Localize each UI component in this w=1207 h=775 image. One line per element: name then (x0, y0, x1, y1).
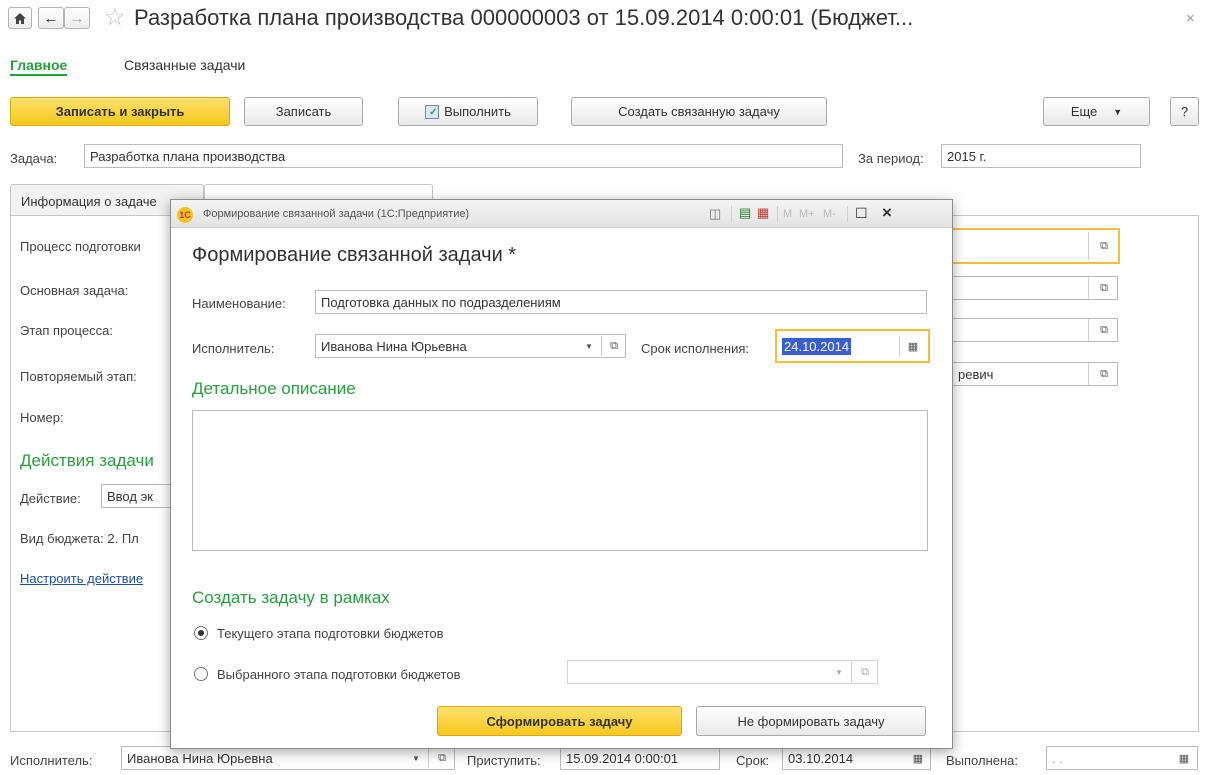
number-label: Номер: (20, 410, 64, 425)
description-textarea[interactable] (192, 410, 928, 551)
process-open-icon[interactable]: ⧉ (1092, 234, 1116, 258)
1c-logo-icon: 1С (177, 207, 193, 223)
radio-selected-stage[interactable] (194, 667, 208, 681)
create-within-heading: Создать задачу в рамках (192, 588, 390, 607)
selected-stage-dropdown-icon[interactable]: ▼ (827, 660, 851, 684)
dialog-deadline-calendar-icon[interactable]: ▦ (901, 334, 925, 358)
dialog-name-label: Наименование: (192, 296, 286, 311)
description-heading: Детальное описание (192, 379, 356, 398)
dialog-heading: Формирование связанной задачи * (192, 244, 517, 266)
task-actions-heading: Действия задачи (20, 451, 154, 470)
chevron-down-icon: ▼ (1113, 106, 1123, 117)
stage-label: Этап процесса: (20, 323, 113, 338)
radio-selected-stage-label[interactable]: Выбранного этапа подготовки бюджетов (217, 667, 460, 682)
dialog-deadline-value: 24.10.2014 (782, 337, 852, 355)
radio-current-stage[interactable] (194, 626, 208, 640)
more-label: Еще (1070, 104, 1098, 119)
home-icon (14, 12, 26, 24)
repeat-stage-label: Повторяемый этап: (20, 369, 137, 384)
footer-due-calendar-icon[interactable]: ▦ (906, 746, 930, 770)
save-button[interactable]: Записать (244, 97, 363, 126)
dialog-window-title: Формирование связанной задачи (1С:Предпр… (203, 208, 470, 220)
favorite-star-icon[interactable]: ☆ (104, 3, 126, 32)
tab-task-info-label: Информация о задаче (21, 194, 157, 209)
save-and-close-button[interactable]: Записать и закрыть (10, 97, 230, 126)
help-button[interactable]: ? (1170, 97, 1199, 126)
create-related-task-button[interactable]: Создать связанную задачу (571, 97, 827, 126)
execute-button[interactable]: ✓ Выполнить (398, 97, 538, 126)
dialog-executor-dropdown-icon[interactable]: ▼ (577, 334, 601, 358)
related-task-dialog: 1С Формирование связанной задачи (1С:Пре… (170, 199, 953, 749)
repeat-stage-open-icon[interactable]: ⧉ (1092, 362, 1116, 386)
footer-start-field[interactable]: 15.09.2014 0:00:01 (560, 746, 720, 770)
form-task-button[interactable]: Сформировать задачу (437, 706, 682, 736)
memory-m-button[interactable]: M (783, 208, 792, 220)
action-label: Действие: (20, 491, 81, 506)
task-name-field[interactable]: Разработка плана производства (84, 144, 843, 168)
back-button[interactable]: ← (38, 7, 64, 29)
home-button[interactable] (8, 7, 32, 29)
dialog-deadline-label: Срок исполнения: (641, 341, 749, 356)
period-label: За период: (858, 151, 924, 166)
forward-button[interactable]: → (64, 7, 90, 29)
arrow-right-icon: → (69, 9, 85, 27)
process-label: Процесс подготовки (20, 239, 141, 254)
arrow-left-icon: ← (43, 9, 59, 27)
main-task-label: Основная задача: (20, 283, 129, 298)
dialog-executor-open-icon[interactable]: ⧉ (602, 334, 626, 358)
budget-kind-text: Вид бюджета: 2. Пл (20, 531, 139, 546)
repeat-stage-value: ревич (958, 366, 994, 382)
dialog-executor-label: Исполнитель: (192, 341, 275, 356)
radio-current-stage-label[interactable]: Текущего этапа подготовки бюджетов (217, 626, 444, 641)
task-label: Задача: (10, 151, 58, 166)
calculator-icon[interactable]: ▤ (739, 205, 751, 221)
more-button[interactable]: Еще ▼ (1043, 97, 1150, 126)
footer-done-calendar-icon[interactable]: ▦ (1172, 746, 1196, 770)
footer-due-label: Срок: (736, 753, 770, 768)
configure-action-link[interactable]: Настроить действие (20, 571, 143, 586)
period-field[interactable]: 2015 г. (941, 144, 1141, 168)
window-title: Разработка плана производства 000000003 … (134, 5, 914, 30)
footer-start-label: Приступить: (467, 753, 541, 768)
close-icon[interactable]: × (1186, 10, 1195, 27)
stage-open-icon[interactable]: ⧉ (1092, 318, 1116, 342)
execute-icon: ✓ (425, 104, 440, 119)
cancel-task-button[interactable]: Не формировать задачу (696, 706, 926, 736)
footer-executor-label: Исполнитель: (10, 753, 93, 768)
main-task-open-icon[interactable]: ⧉ (1092, 276, 1116, 300)
footer-executor-dropdown-icon[interactable]: ▼ (404, 746, 428, 770)
memory-mplus-button[interactable]: M+ (799, 208, 815, 220)
maximize-icon[interactable]: ☐ (855, 205, 868, 222)
footer-done-label: Выполнена: (946, 753, 1019, 768)
nav-tab-main[interactable]: Главное (10, 57, 68, 76)
nav-tab-related-tasks[interactable]: Связанные задачи (124, 57, 245, 73)
execute-label: Выполнить (444, 104, 511, 119)
dialog-name-field[interactable]: Подготовка данных по подразделениям (315, 290, 927, 314)
action-field[interactable]: Ввод эк (101, 484, 181, 508)
memory-mminus-button[interactable]: M- (823, 208, 836, 220)
dialog-title-bar[interactable]: 1С Формирование связанной задачи (1С:Пре… (171, 200, 952, 228)
selected-stage-open-icon[interactable]: ⧉ (853, 660, 877, 684)
calendar-icon[interactable]: ▦ (757, 205, 769, 221)
bookmark-icon[interactable]: ◫ (709, 206, 721, 222)
dialog-close-icon[interactable]: × (882, 203, 892, 223)
footer-executor-open-icon[interactable]: ⧉ (430, 746, 454, 770)
